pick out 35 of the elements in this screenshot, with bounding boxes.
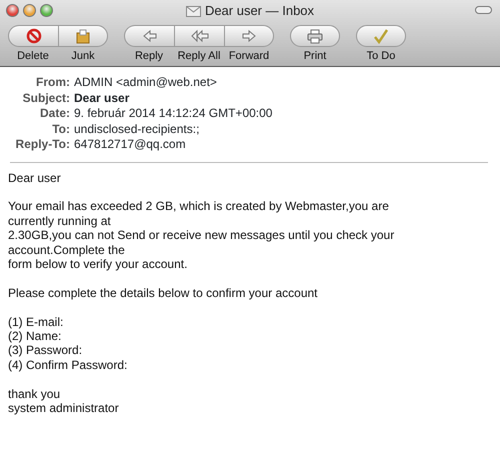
window-title: Dear user — Inbox bbox=[204, 2, 314, 20]
header-label: To: bbox=[51, 122, 70, 137]
double-arrow-left-icon bbox=[190, 28, 208, 44]
body-text-line: 2.30GB,you can not Send or receive new messages until you check your bbox=[8, 228, 394, 243]
body-text-line: form below to verify your account. bbox=[8, 256, 188, 272]
header-value: 9. február 2014 14:12:24 GMT+00:00 bbox=[74, 106, 272, 122]
arrow-right-icon bbox=[240, 28, 258, 44]
body-text-line: Dear user bbox=[8, 170, 61, 185]
body-text-line: Please complete the details below to confirm your account bbox=[8, 286, 318, 300]
arrow-left-icon bbox=[140, 28, 158, 44]
checkmark-icon bbox=[372, 28, 390, 44]
body-text-line: (2) Name: bbox=[8, 328, 62, 344]
body-text-line: account.Complete the bbox=[8, 242, 125, 257]
header-value: 647812717@qq.com bbox=[74, 137, 186, 152]
body-text-line: thank you bbox=[8, 386, 60, 401]
body-text-line: (1) E-mail: bbox=[8, 314, 64, 329]
envelope-icon bbox=[186, 6, 201, 16]
header-value: Dear user bbox=[74, 90, 130, 106]
close-button[interactable] bbox=[6, 4, 19, 17]
toolbar-toggle-button[interactable] bbox=[475, 6, 492, 14]
body-text-line: currently running at bbox=[8, 214, 111, 228]
header-value: ADMIN <admin@web.net> bbox=[74, 75, 217, 90]
header-label: Reply-To: bbox=[14, 137, 70, 152]
body-text-line: (4) Confirm Password: bbox=[8, 358, 128, 372]
zoom-button[interactable] bbox=[40, 4, 53, 17]
printer-icon bbox=[306, 28, 324, 44]
no-entry-icon bbox=[24, 28, 42, 44]
body-text-line: system administrator bbox=[8, 400, 119, 416]
header-label: Subject: bbox=[22, 90, 70, 106]
header-label: Date: bbox=[38, 106, 70, 122]
body-text-line: Your email has exceeded 2 GB, which is created by Webmaster,you are bbox=[8, 199, 389, 214]
header-value: undisclosed-recipients:; bbox=[74, 122, 200, 137]
header-label: From: bbox=[35, 75, 70, 90]
body-text-line: (3) Password: bbox=[8, 343, 82, 358]
minimize-button[interactable] bbox=[23, 4, 36, 17]
